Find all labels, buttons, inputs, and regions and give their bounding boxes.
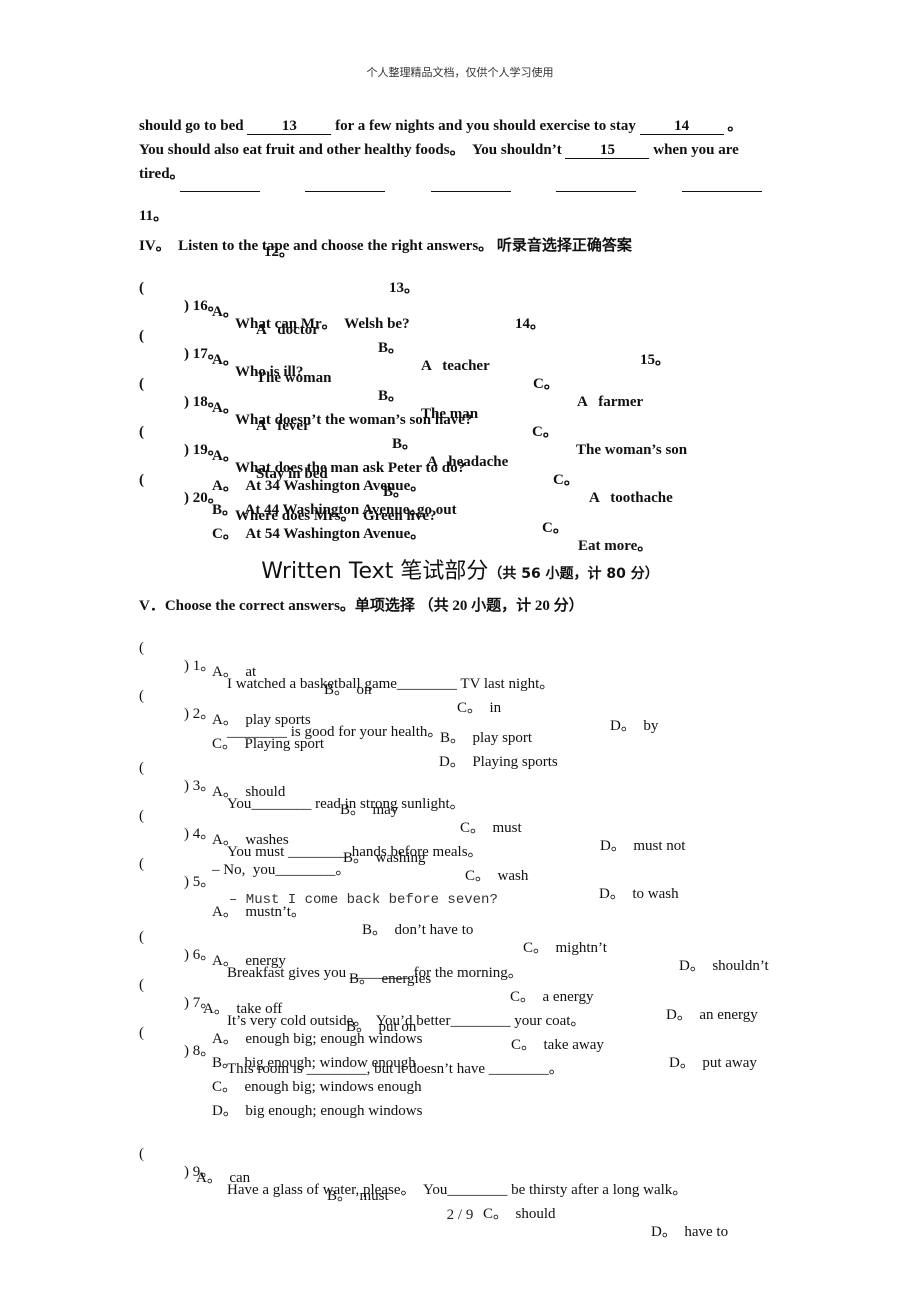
option-c[interactable]: C。 Playing sport xyxy=(212,735,324,753)
option-a[interactable]: A fever xyxy=(256,417,310,435)
option-b[interactable]: B。 play sport xyxy=(440,729,532,747)
option-c[interactable]: A toothache xyxy=(589,489,673,507)
option-a[interactable]: A。 should xyxy=(212,783,285,801)
section-4-title: IV。 Listen to the tape and choose the ri… xyxy=(139,238,632,254)
passage-line-1: should go to bed 13 for a few nights and… xyxy=(139,118,743,135)
option-c[interactable]: C。 wash xyxy=(465,867,528,885)
option-b[interactable]: A teacher xyxy=(421,357,490,375)
answer-blank-14[interactable] xyxy=(556,191,636,192)
option-a[interactable]: A doctor xyxy=(256,321,319,339)
option-d[interactable]: D。 have to xyxy=(651,1223,728,1241)
option-b[interactable]: B。 on xyxy=(324,681,372,699)
answer-blank-13[interactable] xyxy=(431,191,511,192)
option-a[interactable]: A。 At 34 Washington Avenue。 xyxy=(212,477,425,495)
answer-blank-15[interactable] xyxy=(682,191,762,192)
option-c[interactable]: A farmer xyxy=(577,393,643,411)
blank-13[interactable]: 13 xyxy=(247,118,332,135)
option-a[interactable]: The woman xyxy=(256,369,331,387)
option-c[interactable]: C。 must xyxy=(460,819,522,837)
option-b[interactable]: B。 washing xyxy=(343,849,426,867)
answer-paren[interactable]: ( xyxy=(139,1024,144,1042)
option-b[interactable]: B。 energies xyxy=(349,970,431,988)
option-a[interactable]: A。 washes xyxy=(212,831,289,849)
option-a[interactable]: A。 play sports xyxy=(212,711,311,729)
option-b[interactable]: B。 must xyxy=(327,1187,389,1205)
option-d[interactable]: D。 put away xyxy=(669,1054,757,1072)
option-d[interactable]: D。 to wash xyxy=(599,885,679,903)
answer-paren[interactable]: ( xyxy=(139,471,144,489)
option-d[interactable]: D。 shouldn’t xyxy=(679,957,769,975)
passage-line-3: tired。 xyxy=(139,166,185,182)
option-c[interactable]: C。 enough big; windows enough xyxy=(212,1078,422,1096)
option-b[interactable]: B。 At 44 Washington Avenue。 xyxy=(212,501,424,519)
question-8: ( ) 8。 This room is ________, but it doe… xyxy=(139,1024,564,1077)
question-5-reply: – No, you________。 xyxy=(212,862,351,878)
option-d[interactable]: D。 an energy xyxy=(666,1006,758,1024)
option-c[interactable]: C。 mightn’t xyxy=(523,939,607,957)
answer-paren[interactable]: ( xyxy=(139,855,144,873)
option-a[interactable]: A。 mustn’t。 xyxy=(212,903,306,921)
option-a[interactable]: A。 can xyxy=(196,1169,250,1187)
option-c[interactable]: C。 take away xyxy=(511,1036,604,1054)
blank-14[interactable]: 14 xyxy=(639,118,724,135)
option-d[interactable]: D。 must not xyxy=(600,837,685,855)
section-5-title: V．Choose the correct answers。单项选择 （共 20 … xyxy=(139,598,584,614)
option-a[interactable]: A。 enough big; enough windows xyxy=(212,1030,422,1048)
answer-blank-12[interactable] xyxy=(305,191,385,192)
passage-line-2: You should also eat fruit and other heal… xyxy=(139,142,739,159)
question-9-options: A。 can B。 must C。 should D。 have to xyxy=(139,1151,728,1259)
option-b[interactable]: B。 big enough; window enough xyxy=(212,1054,416,1072)
answer-blank-11[interactable] xyxy=(180,191,260,192)
question-20: ( ) 20。 Where does Mrs。 Green live? xyxy=(139,471,437,524)
page-header: 个人整理精品文档，仅供个人学习使用 xyxy=(366,66,554,79)
page-number: 2 / 9 xyxy=(446,1207,474,1223)
option-c[interactable]: C。 in xyxy=(457,699,501,717)
option-a[interactable]: A。 at xyxy=(212,663,256,681)
option-d[interactable]: D。 Playing sports xyxy=(439,753,558,771)
option-a[interactable]: A。 energy xyxy=(212,952,286,970)
option-c[interactable]: The woman’s son xyxy=(576,441,687,459)
option-a[interactable]: A。 take off xyxy=(203,1000,282,1018)
written-part-title: Written Text 笔试部分（共 56 小题，计 80 分） xyxy=(261,559,659,584)
option-b[interactable]: B。 don’t have to xyxy=(362,921,473,939)
option-c[interactable]: C。 a energy xyxy=(510,988,593,1006)
blank-15[interactable]: 15 xyxy=(565,142,650,159)
document-page: 个人整理精品文档，仅供个人学习使用 should go to bed 13 fo… xyxy=(0,0,920,1302)
option-c[interactable]: C。 At 54 Washington Avenue。 xyxy=(212,525,425,543)
option-b[interactable]: B。 may xyxy=(340,801,398,819)
option-d[interactable]: D。 big enough; enough windows xyxy=(212,1102,422,1120)
option-d[interactable]: D。 by xyxy=(610,717,658,735)
